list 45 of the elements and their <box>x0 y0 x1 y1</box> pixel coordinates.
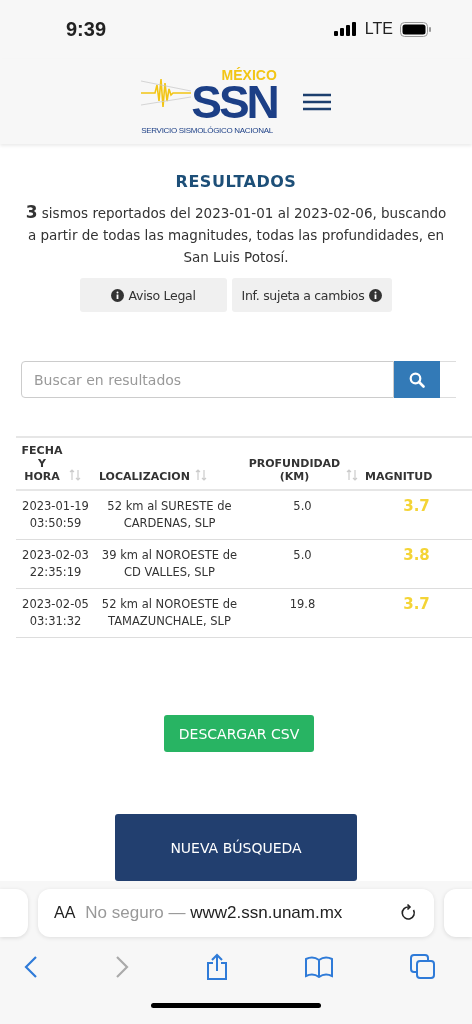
table-cell-text: 39 km al NOROESTE de CD VALLES, SLP <box>100 547 239 582</box>
share-icon[interactable] <box>206 953 228 982</box>
network-label: LTE <box>364 20 393 39</box>
new-search-button[interactable]: NUEVA BÚSQUEDA <box>115 814 357 882</box>
url-text: No seguro — www2.ssn.unam.mx <box>85 903 344 924</box>
table-cell: 03:50:59 <box>29 515 82 533</box>
forward-icon[interactable] <box>115 955 129 980</box>
signal-icon <box>333 22 358 37</box>
info-button[interactable]: Inf. sujeta a cambios <box>231 278 393 313</box>
magnitude-value: 3.7 <box>403 498 430 516</box>
back-icon[interactable] <box>24 955 38 980</box>
table-cell: 5.0 <box>293 499 312 514</box>
magnitude-value: 3.7 <box>403 596 430 614</box>
book-icon[interactable] <box>305 956 333 979</box>
info-icon <box>110 289 124 302</box>
table-cell-text: 52 km al NOROESTE de TAMAZUNCHALE, SLP <box>100 596 239 631</box>
menu-icon[interactable] <box>302 92 331 111</box>
address-bar[interactable]: AA No seguro — www2.ssn.unam.mx <box>38 889 434 938</box>
tabs-icon[interactable] <box>410 954 436 981</box>
table-cell: 5.0 <box>293 548 312 563</box>
search-icon <box>409 372 425 388</box>
column-header[interactable]: PROFUNDIDAD (KM) <box>248 457 341 484</box>
column-header[interactable]: FECHA Y HORA <box>20 444 64 484</box>
table-cell: 19.8 <box>289 597 316 612</box>
column-header[interactable]: MAGNITUD <box>365 470 433 484</box>
column-header[interactable]: LOCALIZACION <box>99 470 190 484</box>
info-button[interactable]: Aviso Legal <box>79 278 227 313</box>
results-title: RESULTADOS <box>174 172 298 192</box>
table-cell: 2023-02-05 <box>22 596 89 614</box>
logo-acronym: SSN <box>191 81 277 124</box>
info-icon <box>369 289 383 302</box>
logo-country: MÉXICO <box>221 67 277 82</box>
status-time: 9:39 <box>66 17 107 41</box>
table-cell: 03:31:32 <box>29 613 82 631</box>
table-cell: 22:35:19 <box>29 564 82 582</box>
table-cell: 2023-02-03 <box>22 547 89 565</box>
text-size-button[interactable]: AA <box>54 904 76 923</box>
magnitude-value: 3.8 <box>403 547 430 565</box>
table-cell-text: 52 km al SURESTE de CARDENAS, SLP <box>106 498 233 533</box>
logo-subtitle: SERVICIO SISMOLÓGICO NACIONAL <box>141 126 274 136</box>
table-cell: 2023-01-19 <box>22 498 89 516</box>
search-button[interactable] <box>394 361 440 399</box>
battery-icon <box>400 21 432 37</box>
search-field[interactable]: Buscar en resultados <box>21 361 394 399</box>
results-summary: 3 sismos reportados del 2023-01-01 al 2023-02-06, buscando a partir de todas las magnitudes, todas las profundidades, en San Luis Potosí. <box>24 201 448 268</box>
